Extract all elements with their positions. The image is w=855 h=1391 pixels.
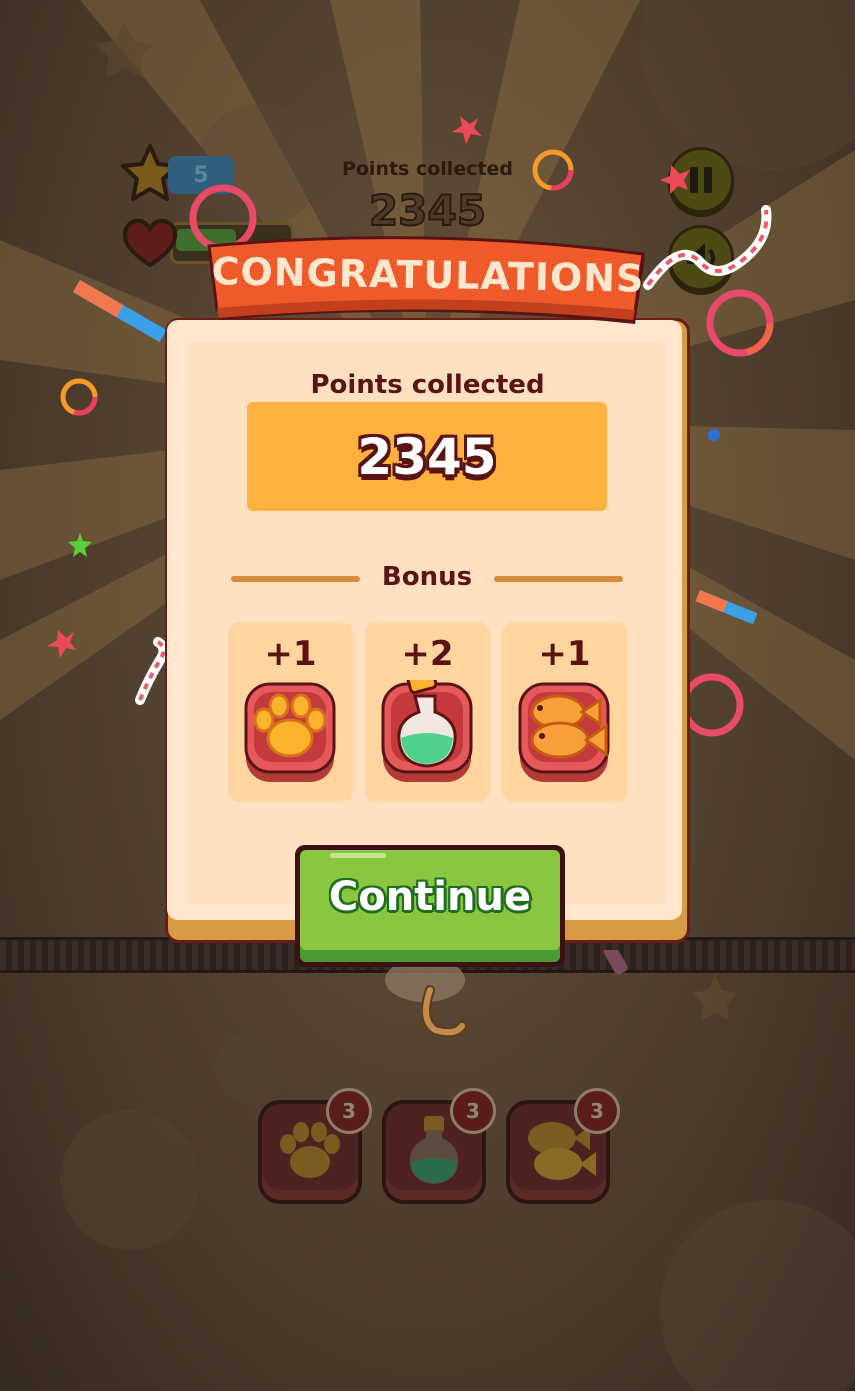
points-value: 2345 (357, 427, 497, 486)
divider (494, 576, 623, 582)
congratulations-banner: CONGRATULATIONS (205, 228, 651, 336)
sound-button[interactable] (668, 225, 734, 291)
banner-title: CONGRATULATIONS (211, 249, 645, 301)
bonus-title: Bonus (381, 562, 473, 592)
points-collected-label: Points collected (310, 370, 545, 400)
divider (231, 576, 360, 582)
bonus-amount: +2 (401, 634, 454, 674)
bonus-amount: +1 (538, 634, 591, 674)
booster-count: 3 (326, 1088, 372, 1134)
potion-icon (381, 680, 473, 782)
booster-slot-paw[interactable]: 3 (258, 1088, 372, 1204)
fish-icon (518, 682, 610, 782)
bonus-item-fish: +1 (502, 622, 627, 802)
booster-slot-fish[interactable]: 3 (506, 1088, 620, 1204)
pause-button[interactable] (668, 147, 734, 213)
points-box: 2345 (247, 402, 607, 511)
booster-count: 3 (450, 1088, 496, 1134)
heart-icon (122, 218, 178, 268)
booster-count: 3 (574, 1088, 620, 1134)
continue-button[interactable]: Continue (295, 845, 565, 967)
bonus-item-potion: +2 (365, 622, 490, 802)
paw-icon (244, 682, 336, 782)
bonus-amount: +1 (264, 634, 317, 674)
bonus-item-paw: +1 (228, 622, 353, 802)
speaker-icon (687, 243, 715, 273)
hud-points-label: Points collected (341, 158, 514, 180)
level-indicator: 5 (168, 156, 234, 194)
booster-slot-potion[interactable]: 3 (382, 1088, 496, 1204)
continue-label: Continue (328, 874, 532, 920)
